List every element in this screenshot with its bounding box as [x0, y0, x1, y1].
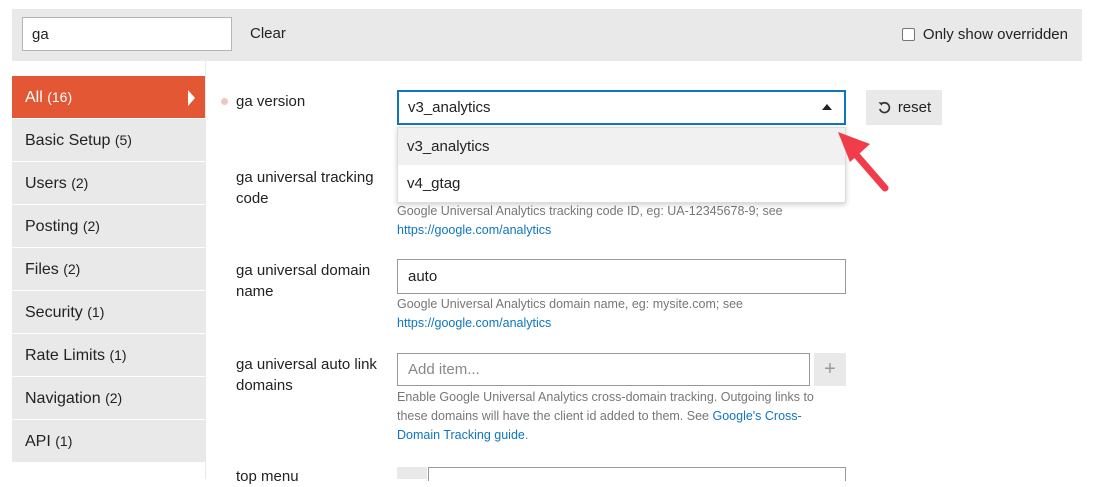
- reset-button-label: reset: [897, 99, 932, 116]
- tracking-code-help-link[interactable]: https://google.com/analytics: [397, 223, 551, 237]
- sidebar-item-count: (2): [82, 218, 100, 234]
- ga-version-dropdown: v3_analytics v4_gtag: [397, 127, 846, 203]
- settings-category-sidebar: All (16) Basic Setup (5) Users (2) Posti…: [12, 76, 205, 463]
- auto-link-domains-label: ga universal auto link domains: [236, 356, 377, 394]
- plus-icon: +: [824, 358, 836, 380]
- only-overridden-label: Only show overridden: [922, 25, 1068, 43]
- sidebar-item-label: Users: [25, 175, 67, 192]
- sidebar-divider: [205, 61, 206, 479]
- annotation-arrow-icon: [838, 132, 889, 192]
- domain-name-help-link[interactable]: https://google.com/analytics: [397, 316, 551, 330]
- ga-version-label: ga version: [236, 93, 306, 110]
- top-menu-handle[interactable]: [397, 467, 427, 479]
- tracking-code-help: Google Universal Analytics tracking code…: [397, 202, 837, 240]
- domain-name-help-text: Google Universal Analytics domain name, …: [397, 297, 743, 311]
- domain-name-label: ga universal domain name: [236, 262, 371, 300]
- sidebar-item-count: (1): [55, 433, 73, 449]
- undo-icon: [878, 101, 890, 114]
- sidebar-item-count: (1): [109, 347, 127, 363]
- auto-link-domains-help: Enable Google Universal Analytics cross-…: [397, 388, 837, 445]
- sidebar-item-navigation[interactable]: Navigation (2): [12, 377, 205, 420]
- top-menu-label: top menu: [236, 468, 299, 485]
- sidebar-item-files[interactable]: Files (2): [12, 248, 205, 291]
- sidebar-item-users[interactable]: Users (2): [12, 162, 205, 205]
- reset-button[interactable]: reset: [866, 90, 942, 125]
- sidebar-item-count: (2): [71, 175, 89, 191]
- sidebar-item-rate-limits[interactable]: Rate Limits (1): [12, 334, 205, 377]
- sidebar-item-posting[interactable]: Posting (2): [12, 205, 205, 248]
- dropdown-option-v4-gtag[interactable]: v4_gtag: [398, 165, 845, 202]
- caret-right-icon: [188, 90, 195, 106]
- sidebar-item-count: (16): [47, 89, 73, 105]
- only-overridden-toggle[interactable]: Only show overridden: [901, 17, 1068, 51]
- auto-link-help-suffix: .: [524, 428, 529, 442]
- sidebar-item-count: (1): [87, 304, 105, 320]
- sidebar-item-label: All: [25, 89, 43, 106]
- caret-up-icon: [822, 104, 832, 110]
- tracking-code-help-text: Google Universal Analytics tracking code…: [397, 204, 783, 218]
- domain-name-help: Google Universal Analytics domain name, …: [397, 295, 837, 333]
- sidebar-item-label: Security: [25, 304, 83, 321]
- ga-version-selected-value: v3_analytics: [408, 99, 491, 116]
- ga-version-select[interactable]: v3_analytics: [397, 90, 846, 125]
- sidebar-item-api[interactable]: API (1): [12, 420, 205, 463]
- add-item-button[interactable]: +: [814, 353, 846, 386]
- sidebar-item-label: API: [25, 433, 51, 450]
- filter-bar: Clear Only show overridden: [12, 9, 1082, 61]
- sidebar-item-label: Posting: [25, 218, 79, 235]
- sidebar-item-count: (2): [105, 390, 123, 406]
- tracking-code-label: ga universal tracking code: [236, 169, 374, 207]
- sidebar-item-count: (5): [114, 132, 132, 148]
- sidebar-item-basic-setup[interactable]: Basic Setup (5): [12, 119, 205, 162]
- sidebar-item-label: Basic Setup: [25, 132, 111, 149]
- overridden-indicator-dot: [221, 98, 228, 105]
- domain-name-input[interactable]: auto: [397, 259, 846, 294]
- only-overridden-checkbox[interactable]: [901, 27, 915, 41]
- filter-input[interactable]: [22, 17, 232, 51]
- sidebar-item-label: Rate Limits: [25, 347, 106, 364]
- sidebar-item-count: (2): [63, 261, 81, 277]
- sidebar-item-all[interactable]: All (16): [12, 76, 205, 119]
- clear-button[interactable]: Clear: [240, 17, 296, 51]
- dropdown-option-v3-analytics[interactable]: v3_analytics: [398, 128, 845, 165]
- auto-link-domains-input[interactable]: Add item...: [397, 353, 810, 386]
- sidebar-item-label: Navigation: [25, 390, 101, 407]
- sidebar-item-label: Files: [25, 261, 59, 278]
- sidebar-item-security[interactable]: Security (1): [12, 291, 205, 334]
